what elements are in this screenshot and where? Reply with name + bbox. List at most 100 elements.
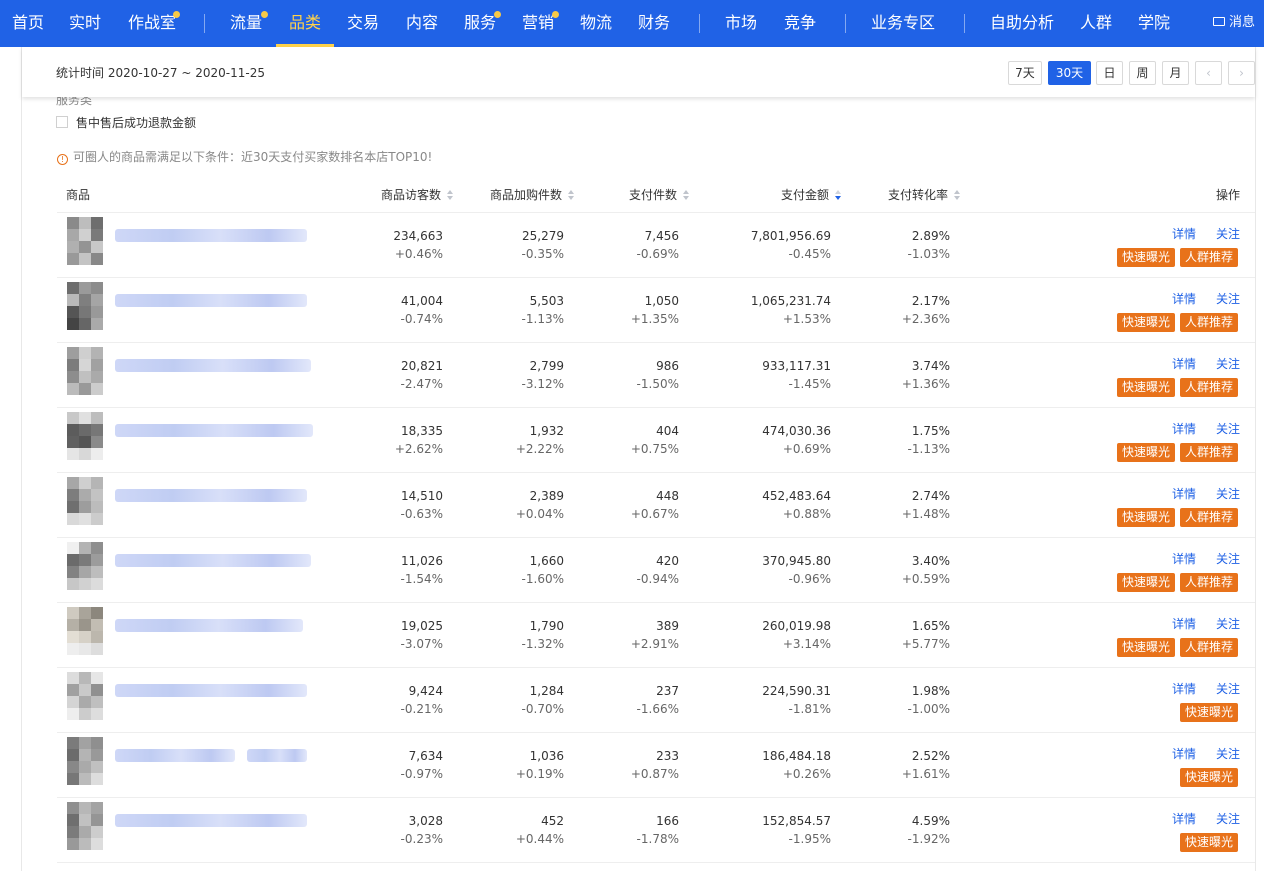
nav-category[interactable]: 品类 <box>289 0 321 47</box>
product-title-blurred[interactable] <box>115 489 307 502</box>
quick-exposure-button[interactable]: 快速曝光 <box>1117 573 1176 592</box>
follow-link[interactable]: 关注 <box>1216 225 1240 242</box>
product-title-blurred[interactable] <box>115 294 307 307</box>
nav-war-room[interactable]: 作战室 <box>128 0 176 47</box>
product-thumbnail[interactable] <box>67 672 103 720</box>
nav-marketing[interactable]: 营销 <box>522 0 554 47</box>
quick-exposure-button[interactable]: 快速曝光 <box>1180 768 1239 787</box>
nav-home[interactable]: 首页 <box>12 0 44 47</box>
product-thumbnail[interactable] <box>67 282 103 330</box>
quick-exposure-button[interactable]: 快速曝光 <box>1180 833 1239 852</box>
crowd-recommend-button[interactable]: 人群推荐 <box>1180 443 1239 462</box>
detail-link[interactable]: 详情 <box>1172 810 1196 827</box>
nav-realtime[interactable]: 实时 <box>69 0 101 47</box>
qty-change: +0.67% <box>630 507 679 521</box>
nav-crowd[interactable]: 人群 <box>1080 0 1112 47</box>
follow-link[interactable]: 关注 <box>1216 615 1240 632</box>
product-title-blurred[interactable] <box>115 684 307 697</box>
product-thumbnail[interactable] <box>67 412 103 460</box>
nav-service[interactable]: 服务 <box>464 0 496 47</box>
nav-self-analysis[interactable]: 自助分析 <box>990 0 1054 47</box>
nav-business-zone[interactable]: 业务专区 <box>871 0 935 47</box>
product-thumbnail[interactable] <box>67 607 103 655</box>
nav-traffic[interactable]: 流量 <box>230 0 262 47</box>
qty-change: -1.66% <box>636 702 679 716</box>
cell-visitors: 3,028 -0.23% <box>401 812 443 848</box>
product-title-blurred[interactable] <box>247 749 307 762</box>
detail-link[interactable]: 详情 <box>1172 745 1196 762</box>
follow-link[interactable]: 关注 <box>1216 420 1240 437</box>
header-amount[interactable]: 支付金额 <box>781 186 842 203</box>
crowd-recommend-button[interactable]: 人群推荐 <box>1180 378 1239 397</box>
product-title-blurred[interactable] <box>115 424 313 437</box>
sort-icon[interactable] <box>568 190 575 200</box>
nav-academy[interactable]: 学院 <box>1138 0 1170 47</box>
follow-link[interactable]: 关注 <box>1216 550 1240 567</box>
header-visitors[interactable]: 商品访客数 <box>381 186 454 203</box>
crowd-recommend-button[interactable]: 人群推荐 <box>1180 248 1239 267</box>
detail-link[interactable]: 详情 <box>1172 290 1196 307</box>
product-title-blurred[interactable] <box>115 619 303 632</box>
message-link[interactable]: 消息 <box>1213 0 1255 47</box>
detail-link[interactable]: 详情 <box>1172 615 1196 632</box>
crowd-recommend-button[interactable]: 人群推荐 <box>1180 313 1239 332</box>
detail-link[interactable]: 详情 <box>1172 355 1196 372</box>
product-title-blurred[interactable] <box>115 554 311 567</box>
detail-link[interactable]: 详情 <box>1172 225 1196 242</box>
sort-icon[interactable] <box>954 190 961 200</box>
quick-exposure-button[interactable]: 快速曝光 <box>1117 638 1176 657</box>
quick-exposure-button[interactable]: 快速曝光 <box>1117 248 1176 267</box>
sort-icon[interactable] <box>447 190 454 200</box>
nav-trade[interactable]: 交易 <box>347 0 379 47</box>
period-7d-button[interactable]: 7天 <box>1008 61 1042 85</box>
follow-link[interactable]: 关注 <box>1216 485 1240 502</box>
quick-exposure-button[interactable]: 快速曝光 <box>1117 378 1176 397</box>
period-day-button[interactable]: 日 <box>1096 61 1123 85</box>
header-cart[interactable]: 商品加购件数 <box>490 186 575 203</box>
nav-finance[interactable]: 财务 <box>638 0 670 47</box>
period-week-button[interactable]: 周 <box>1129 61 1156 85</box>
detail-link[interactable]: 详情 <box>1172 550 1196 567</box>
follow-link[interactable]: 关注 <box>1216 290 1240 307</box>
period-30d-button[interactable]: 30天 <box>1048 61 1091 85</box>
prev-period-button[interactable]: ‹ <box>1195 61 1222 85</box>
header-conversion[interactable]: 支付转化率 <box>888 186 961 203</box>
product-thumbnail[interactable] <box>67 347 103 395</box>
detail-link[interactable]: 详情 <box>1172 485 1196 502</box>
product-title-blurred[interactable] <box>115 749 235 762</box>
visitors-value: 14,510 <box>401 489 443 503</box>
nav-logistics[interactable]: 物流 <box>580 0 612 47</box>
amount-change: -1.45% <box>788 377 831 391</box>
period-month-button[interactable]: 月 <box>1162 61 1189 85</box>
sort-desc-icon[interactable] <box>835 190 842 200</box>
detail-link[interactable]: 详情 <box>1172 420 1196 437</box>
nav-competition[interactable]: 竞争 <box>784 0 816 47</box>
product-title-blurred[interactable] <box>115 814 307 827</box>
next-period-button[interactable]: › <box>1228 61 1255 85</box>
follow-link[interactable]: 关注 <box>1216 810 1240 827</box>
follow-link[interactable]: 关注 <box>1216 745 1240 762</box>
product-thumbnail[interactable] <box>67 477 103 525</box>
nav-market[interactable]: 市场 <box>725 0 757 47</box>
conversion-value: 2.17% <box>911 294 950 308</box>
product-thumbnail[interactable] <box>67 542 103 590</box>
product-title-blurred[interactable] <box>115 359 311 372</box>
nav-content[interactable]: 内容 <box>406 0 438 47</box>
follow-link[interactable]: 关注 <box>1216 355 1240 372</box>
quick-exposure-button[interactable]: 快速曝光 <box>1117 508 1176 527</box>
crowd-recommend-button[interactable]: 人群推荐 <box>1180 573 1239 592</box>
refund-amount-checkbox[interactable] <box>56 116 68 128</box>
product-title-blurred[interactable] <box>115 229 307 242</box>
product-thumbnail[interactable] <box>67 217 103 265</box>
crowd-recommend-button[interactable]: 人群推荐 <box>1180 508 1239 527</box>
follow-link[interactable]: 关注 <box>1216 680 1240 697</box>
quick-exposure-button[interactable]: 快速曝光 <box>1117 443 1176 462</box>
crowd-recommend-button[interactable]: 人群推荐 <box>1180 638 1239 657</box>
product-thumbnail[interactable] <box>67 737 103 785</box>
sort-icon[interactable] <box>683 190 690 200</box>
product-thumbnail[interactable] <box>67 802 103 850</box>
header-qty[interactable]: 支付件数 <box>629 186 690 203</box>
quick-exposure-button[interactable]: 快速曝光 <box>1117 313 1176 332</box>
detail-link[interactable]: 详情 <box>1172 680 1196 697</box>
quick-exposure-button[interactable]: 快速曝光 <box>1180 703 1239 722</box>
